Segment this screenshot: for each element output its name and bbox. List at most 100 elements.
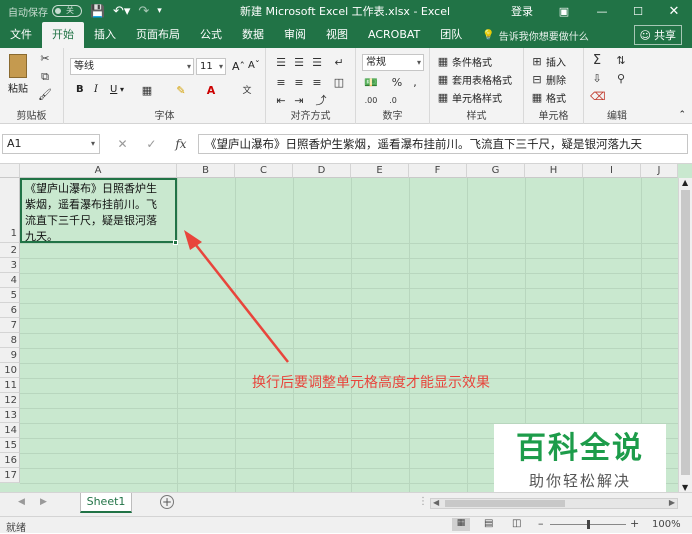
- align-middle-icon[interactable]: ☰: [292, 56, 306, 70]
- tab-acrobat[interactable]: ACROBAT: [358, 22, 430, 48]
- clipboard-group-label: 剪贴板: [16, 111, 47, 122]
- normal-view-icon[interactable]: ▦: [452, 518, 470, 531]
- undo-icon[interactable]: ↶▾: [113, 4, 130, 19]
- number-format-combo[interactable]: 常规 ▾: [362, 54, 424, 71]
- italic-button[interactable]: I: [94, 84, 98, 95]
- tab-insert[interactable]: 插入: [84, 22, 126, 48]
- comma-icon[interactable]: ,: [408, 76, 422, 90]
- zoom-out-icon[interactable]: –: [538, 517, 544, 530]
- prev-sheet-icon[interactable]: ◀: [18, 497, 25, 507]
- merge-center-icon[interactable]: ◫: [332, 76, 346, 90]
- tab-data[interactable]: 数据: [232, 22, 274, 48]
- indent-decrease-icon[interactable]: ⇤: [274, 94, 288, 108]
- close-icon[interactable]: ✕: [656, 4, 692, 19]
- phonetic-icon[interactable]: 文: [240, 84, 254, 98]
- clear-icon[interactable]: ⌫: [590, 90, 606, 104]
- scroll-right-icon[interactable]: ▶: [669, 498, 675, 507]
- format-painter-icon[interactable]: 🖌: [38, 88, 52, 102]
- increase-font-icon[interactable]: Aˆ: [232, 60, 245, 73]
- autosum-icon[interactable]: Σ: [590, 54, 604, 68]
- login-button[interactable]: 登录: [500, 3, 544, 19]
- zoom-slider-thumb[interactable]: [587, 520, 590, 529]
- format-as-table-button[interactable]: ▦ 套用表格格式: [436, 72, 512, 88]
- fill-icon[interactable]: ⇩: [590, 72, 604, 86]
- tab-view[interactable]: 视图: [316, 22, 358, 48]
- next-sheet-icon[interactable]: ▶: [40, 497, 47, 507]
- collapse-ribbon-icon[interactable]: ⌃: [678, 110, 686, 120]
- align-center-icon[interactable]: ≡: [292, 76, 306, 90]
- tell-me-box[interactable]: 💡 告诉我你想要做什么: [482, 22, 588, 48]
- conditional-formatting-button[interactable]: ▦ 条件格式: [436, 54, 492, 70]
- percent-icon[interactable]: %: [390, 76, 404, 90]
- tab-file[interactable]: 文件: [0, 22, 42, 48]
- ribbon-display-icon[interactable]: ▣: [544, 5, 584, 18]
- border-icon[interactable]: ▦: [140, 84, 154, 98]
- enter-icon[interactable]: ✓: [146, 137, 156, 151]
- format-cells-button[interactable]: ▦ 格式: [530, 90, 566, 106]
- find-icon[interactable]: ⚲: [614, 72, 628, 86]
- sheet-scroll-options-icon[interactable]: ⋮: [418, 496, 428, 507]
- tab-page-layout[interactable]: 页面布局: [126, 22, 190, 48]
- scroll-up-icon[interactable]: ▲: [682, 178, 688, 187]
- orientation-icon[interactable]: ⤴: [314, 94, 328, 108]
- paste-button[interactable]: 粘贴: [8, 54, 28, 95]
- align-top-icon[interactable]: ☰: [274, 56, 288, 70]
- font-name-combo[interactable]: 等线 ▾: [70, 58, 194, 75]
- cell-styles-button[interactable]: ▦ 单元格样式: [436, 90, 502, 106]
- align-left-icon[interactable]: ≡: [274, 76, 288, 90]
- cut-icon[interactable]: ✂: [38, 52, 52, 66]
- autosave-toggle[interactable]: 自动保存 关: [8, 4, 82, 19]
- indent-increase-icon[interactable]: ⇥: [292, 94, 306, 108]
- save-icon[interactable]: 💾: [90, 4, 105, 18]
- font-size-combo[interactable]: 11 ▾: [196, 58, 226, 75]
- horizontal-scrollbar[interactable]: ◀ ▶: [430, 498, 678, 509]
- tab-home[interactable]: 开始: [42, 22, 84, 48]
- insert-cells-button[interactable]: ⊞ 插入: [530, 54, 566, 70]
- customize-qat-icon[interactable]: ▾: [157, 6, 162, 16]
- currency-icon[interactable]: 💵: [364, 76, 378, 90]
- increase-decimal-icon[interactable]: .00: [364, 94, 378, 108]
- redo-icon[interactable]: ↷: [138, 4, 149, 19]
- scroll-left-icon[interactable]: ◀: [433, 498, 439, 507]
- font-color-icon[interactable]: A: [204, 84, 218, 98]
- zoom-slider[interactable]: [550, 520, 626, 529]
- wrap-text-icon[interactable]: ↵: [332, 56, 346, 70]
- bold-button[interactable]: B: [76, 84, 84, 95]
- page-break-view-icon[interactable]: ◫: [512, 518, 521, 529]
- ribbon: 粘贴 ✂ ⧉ 🖌 剪贴板 等线 ▾ 11 ▾ Aˆ Aˇ B I U ▾ ▦ ✎…: [0, 48, 692, 124]
- align-bottom-icon[interactable]: ☰: [310, 56, 324, 70]
- page-layout-view-icon[interactable]: ▤: [484, 518, 493, 529]
- align-right-icon[interactable]: ≡: [310, 76, 324, 90]
- sort-filter-icon[interactable]: ⇅: [614, 54, 628, 68]
- vertical-scrollbar[interactable]: ▲ ▼: [678, 178, 692, 492]
- copy-icon[interactable]: ⧉: [38, 70, 52, 84]
- tab-review[interactable]: 审阅: [274, 22, 316, 48]
- arrow-head: [184, 230, 202, 250]
- name-box[interactable]: A1 ▾: [2, 134, 100, 154]
- minimize-icon[interactable]: —: [584, 5, 620, 18]
- autosave-switch[interactable]: 关: [52, 5, 82, 17]
- decrease-font-icon[interactable]: Aˇ: [248, 60, 260, 71]
- delete-cells-button[interactable]: ⊟ 删除: [530, 72, 566, 88]
- status-bar: 就绪 ▦ ▤ ◫ – + 100%: [0, 516, 692, 534]
- formula-input[interactable]: 《望庐山瀑布》日照香炉生紫烟，遥看瀑布挂前川。飞流直下三千尺，疑是银河落九天: [198, 134, 688, 154]
- tab-formulas[interactable]: 公式: [190, 22, 232, 48]
- decrease-decimal-icon[interactable]: .0: [386, 94, 400, 108]
- scroll-thumb[interactable]: [681, 190, 690, 475]
- hscroll-thumb[interactable]: [445, 500, 565, 507]
- scroll-down-icon[interactable]: ▼: [682, 483, 688, 492]
- sheet-tab-sheet1[interactable]: Sheet1: [80, 493, 132, 513]
- tab-team[interactable]: 团队: [430, 22, 472, 48]
- worksheet-grid[interactable]: A B C D E F G H I J 1 2 3 4 5 6 7 8 9 10…: [0, 164, 692, 492]
- chevron-down-icon[interactable]: ▾: [120, 85, 124, 94]
- cancel-icon[interactable]: ✕: [117, 137, 127, 151]
- share-button[interactable]: ☺ 共享: [633, 25, 682, 45]
- underline-button[interactable]: U: [110, 84, 117, 95]
- add-sheet-icon[interactable]: +: [160, 495, 174, 509]
- paste-label: 粘贴: [8, 84, 28, 95]
- maximize-icon[interactable]: ☐: [620, 5, 656, 18]
- zoom-level[interactable]: 100%: [652, 519, 681, 530]
- zoom-in-icon[interactable]: +: [630, 517, 639, 530]
- insert-function-icon[interactable]: fx: [175, 137, 186, 151]
- fill-color-icon[interactable]: ✎: [174, 84, 188, 98]
